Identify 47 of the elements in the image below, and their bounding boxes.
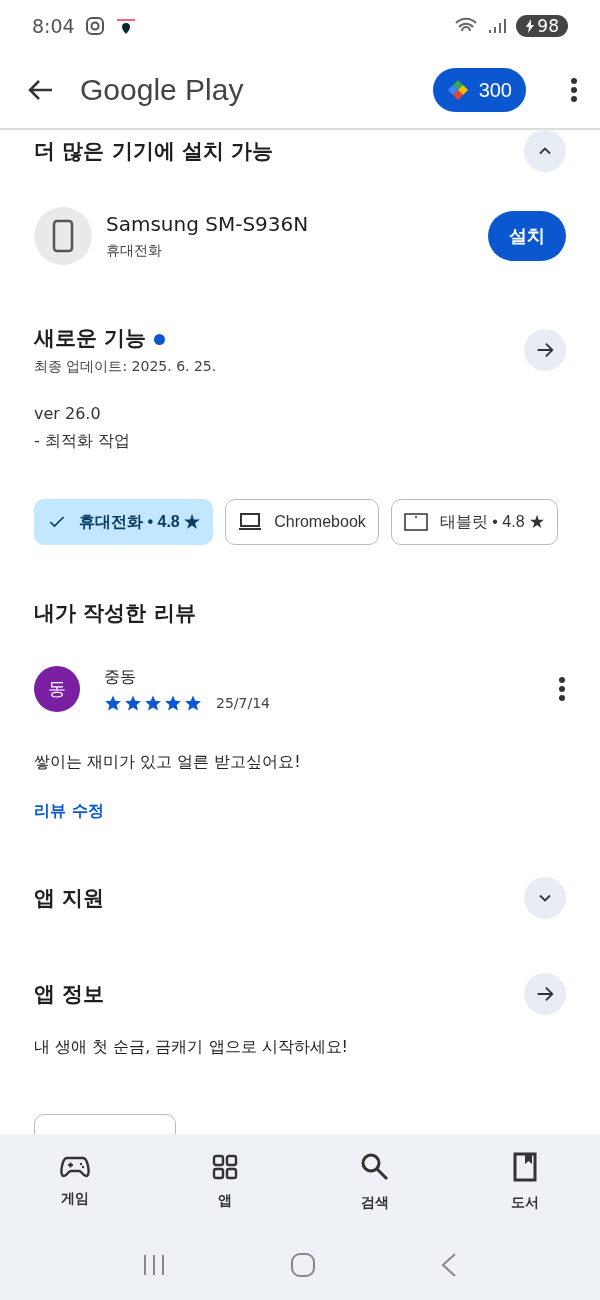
reviewer-name: 중동 — [104, 666, 137, 688]
collapse-button[interactable] — [524, 130, 566, 172]
arrow-button[interactable] — [524, 329, 566, 371]
expand-button[interactable] — [524, 877, 566, 919]
device-type: 휴대전화 — [106, 242, 163, 260]
device-name: Samsung SM-S936N — [106, 212, 310, 236]
nav-tab[interactable]: 도서 — [450, 1134, 600, 1230]
search-icon — [360, 1152, 390, 1182]
section-title: 앱 지원 — [34, 885, 105, 912]
more-options-button[interactable] — [570, 77, 578, 103]
nav-tab[interactable]: 앱 — [150, 1134, 300, 1230]
camera-app-icon — [84, 16, 105, 36]
back-button[interactable] — [26, 78, 54, 102]
release-note: ver 26.0 — [34, 404, 102, 423]
device-chip[interactable]: 휴대전화 • 4.8 ★ — [34, 499, 214, 545]
edit-review-link[interactable]: 리뷰 수정 — [34, 801, 566, 822]
tablet-icon — [403, 513, 428, 531]
update-date: 최종 업데이트: 2025. 6. 25. — [34, 358, 218, 376]
device-chip[interactable]: Chromebook — [225, 499, 379, 545]
laptop-icon — [238, 512, 263, 532]
app-title: Google Play — [80, 73, 244, 107]
nav-tab[interactable]: 검색 — [300, 1134, 450, 1230]
app-description: 내 생애 첫 순금, 금캐기 앱으로 시작하세요! — [34, 1037, 349, 1058]
device-chip[interactable]: 태블릿 • 4.8 ★ — [390, 499, 558, 545]
battery-level: 98 — [516, 15, 568, 37]
review-text: 쌓이는 재미가 있고 얼른 받고싶어요! — [34, 752, 302, 773]
review-date: 25/7/14 — [216, 694, 270, 711]
home-button[interactable] — [290, 1252, 316, 1278]
section-title: 앱 정보 — [34, 981, 105, 1008]
section-title: 새로운 기능 — [34, 324, 524, 352]
install-button[interactable]: 설치 — [488, 211, 566, 261]
points-button[interactable]: 300 — [432, 68, 526, 112]
section-title: 내가 작성한 리뷰 — [34, 600, 196, 627]
nav-tab[interactable]: 게임 — [0, 1134, 150, 1230]
gamepad-icon — [60, 1156, 90, 1178]
grid-icon — [212, 1154, 238, 1180]
section-title: 더 많은 기기에 설치 가능 — [34, 138, 274, 165]
recent-apps-button[interactable] — [142, 1254, 166, 1276]
avatar: 동 — [34, 666, 80, 712]
more-options-button[interactable] — [558, 676, 566, 702]
release-note: - 최적화 작업 — [34, 431, 131, 452]
status-time: 8:04 — [32, 15, 75, 37]
book-icon — [513, 1152, 537, 1182]
signal-icon — [488, 17, 507, 35]
charging-bolt-icon — [525, 19, 536, 33]
diamond-icon — [446, 79, 469, 101]
arrow-button[interactable] — [524, 973, 566, 1015]
